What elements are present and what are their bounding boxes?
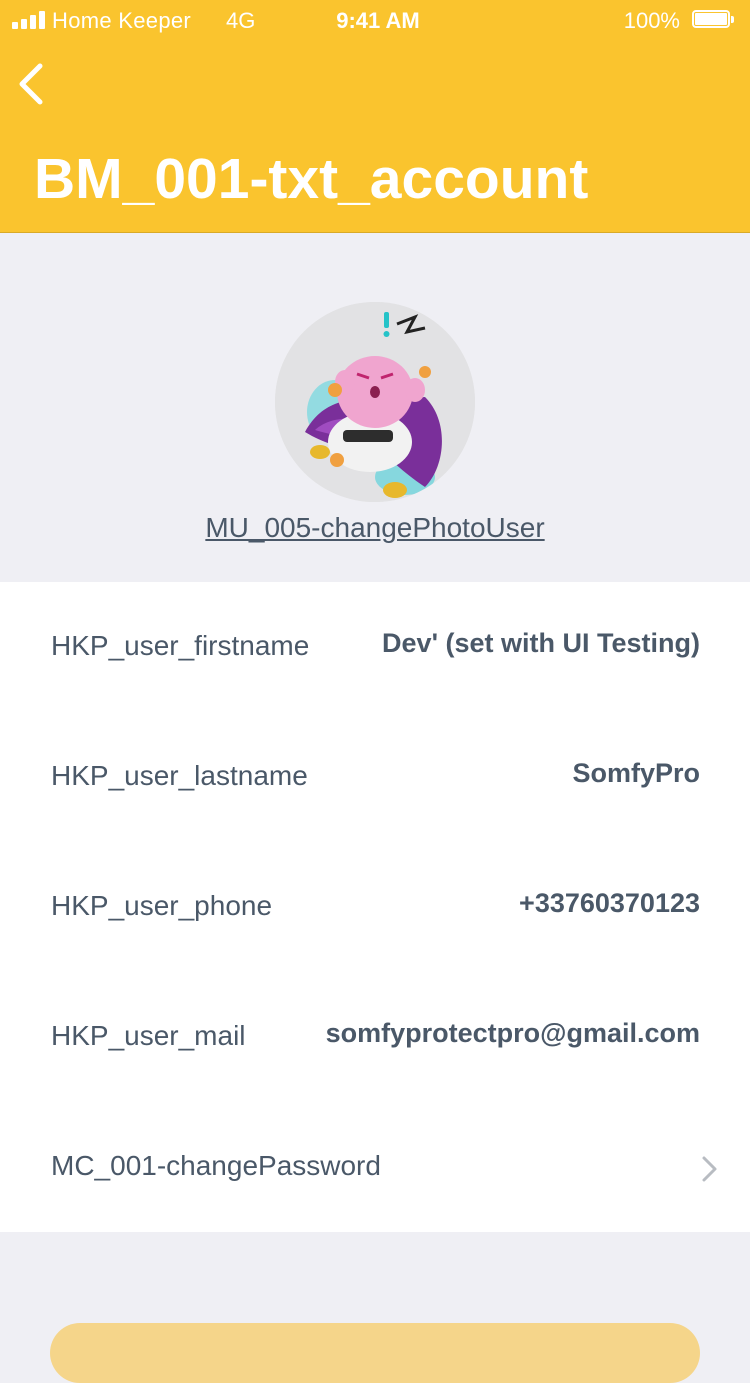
mail-value: somfyprotectpro@gmail.com: [325, 1018, 700, 1048]
battery-icon: [692, 10, 736, 30]
avatar-illustration: [275, 302, 475, 502]
lastname-label: HKP_user_lastname: [51, 760, 308, 791]
phone-value: +33760370123: [519, 888, 700, 918]
chevron-right-icon: [702, 1156, 717, 1182]
change-password-label: MC_001-changePassword: [51, 1150, 381, 1181]
status-bar: Home Keeper 4G 9:41 AM 100%: [0, 0, 750, 40]
firstname-value: Dev' (set with UI Testing): [382, 628, 700, 658]
phone-label: HKP_user_phone: [51, 890, 273, 921]
mail-row[interactable]: HKP_user_mail somfyprotectpro@gmail.com: [0, 972, 750, 1102]
mail-label: HKP_user_mail: [51, 1020, 246, 1051]
header-bar: Home Keeper 4G 9:41 AM 100% BM_001-txt_a…: [0, 0, 750, 233]
chevron-left-icon: [19, 63, 43, 105]
lastname-value: SomfyPro: [572, 758, 700, 788]
back-button[interactable]: [8, 56, 56, 112]
change-password-row[interactable]: MC_001-changePassword: [0, 1102, 750, 1232]
page-title: BM_001-txt_account: [34, 147, 589, 211]
lastname-row[interactable]: HKP_user_lastname SomfyPro: [0, 712, 750, 842]
user-info-panel: HKP_user_firstname Dev' (set with UI Tes…: [0, 582, 750, 1232]
change-photo-link[interactable]: MU_005-changePhotoUser: [0, 512, 750, 544]
phone-row[interactable]: HKP_user_phone +33760370123: [0, 842, 750, 972]
firstname-row[interactable]: HKP_user_firstname Dev' (set with UI Tes…: [0, 582, 750, 712]
battery-percentage: 100%: [623, 8, 680, 33]
firstname-label: HKP_user_firstname: [51, 630, 310, 661]
avatar[interactable]: [275, 302, 475, 502]
bottom-action-button[interactable]: [50, 1323, 700, 1383]
